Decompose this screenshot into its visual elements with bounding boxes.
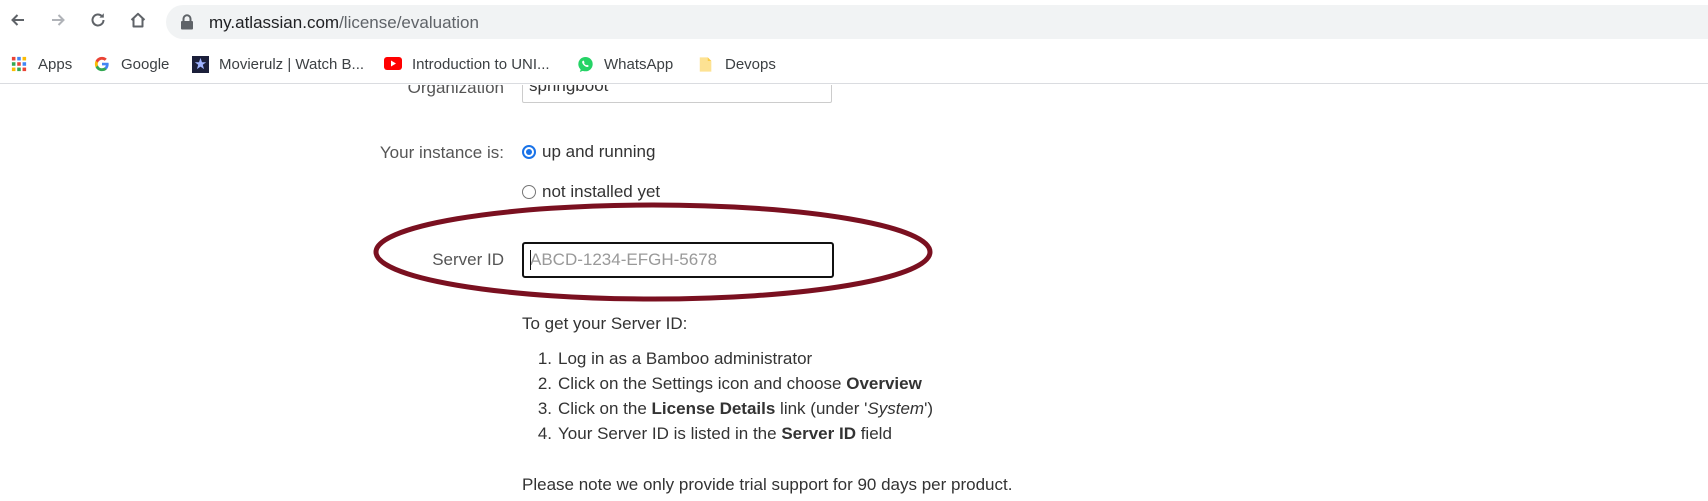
bookmark-label: Apps xyxy=(38,55,73,73)
forward-arrow-icon xyxy=(52,14,65,26)
organization-input[interactable] xyxy=(522,85,832,103)
back-arrow-icon xyxy=(11,14,24,26)
server-id-input[interactable] xyxy=(522,242,834,278)
movierulz-icon xyxy=(191,55,209,73)
reload-icon xyxy=(91,13,105,27)
radio-label: not installed yet xyxy=(542,182,661,201)
help-step: 2. Click on the Settings icon and choose … xyxy=(537,374,922,393)
bookmark-label: Movierulz | Watch B... xyxy=(219,55,365,73)
bookmarks-bar: Apps Google Movierulz | Watch B... Intro… xyxy=(0,46,1708,84)
back-button[interactable] xyxy=(4,6,32,34)
help-step: 3. Click on the License Details link (und… xyxy=(537,399,934,418)
bookmark-whatsapp[interactable]: WhatsApp xyxy=(576,52,673,76)
text-cursor xyxy=(530,250,531,270)
bookmark-movierulz[interactable]: Movierulz | Watch B... xyxy=(191,52,364,76)
help-step: 1. Log in as a Bamboo administrator xyxy=(537,349,813,368)
radio-label: up and running xyxy=(542,142,656,161)
bookmark-label: Devops xyxy=(725,55,776,73)
home-button[interactable] xyxy=(124,6,152,34)
reload-button[interactable] xyxy=(84,6,112,34)
trial-support-note: Please note we only provide trial suppor… xyxy=(522,475,1013,494)
server-id-label: Server ID xyxy=(432,250,504,269)
bookmark-introduction-to-unix[interactable]: Introduction to UNI... xyxy=(384,52,550,76)
organization-label: Organization xyxy=(407,85,504,97)
google-icon xyxy=(93,55,111,73)
forward-button[interactable] xyxy=(44,6,72,34)
bookmark-apps[interactable]: Apps xyxy=(10,52,72,76)
lock-icon xyxy=(181,14,193,30)
license-evaluation-page: Organization Your instance is: up and ru… xyxy=(0,85,1708,501)
help-title: To get your Server ID: xyxy=(522,314,688,333)
bookmark-label: Google xyxy=(121,55,170,73)
help-step: 4. Your Server ID is listed in the Server… xyxy=(537,424,892,443)
bookmark-google[interactable]: Google xyxy=(93,52,169,76)
apps-grid-icon xyxy=(10,55,28,73)
bookmark-label: WhatsApp xyxy=(604,55,674,73)
youtube-icon xyxy=(384,55,402,73)
address-bar[interactable]: my.atlassian.com/license/evaluation xyxy=(166,5,1708,39)
bookmark-label: Introduction to UNI... xyxy=(412,55,550,73)
home-icon xyxy=(130,12,146,28)
instance-label: Your instance is: xyxy=(379,143,504,162)
whatsapp-icon xyxy=(576,55,594,73)
url-host: my.atlassian.com xyxy=(209,13,340,32)
radio-up-and-running[interactable] xyxy=(522,145,536,159)
instance-option-not-installed-yet[interactable]: not installed yet xyxy=(522,182,660,202)
browser-toolbar: my.atlassian.com/license/evaluation xyxy=(0,0,1708,42)
url-text: my.atlassian.com/license/evaluation xyxy=(209,13,479,33)
url-path: /license/evaluation xyxy=(339,13,479,32)
help-steps: 1. Log in as a Bamboo administrator 2. Cli… xyxy=(522,346,933,446)
bookmark-devops[interactable]: Devops xyxy=(697,52,776,76)
instance-option-up-and-running[interactable]: up and running xyxy=(522,142,655,162)
folder-icon xyxy=(697,55,715,73)
radio-not-installed-yet[interactable] xyxy=(522,185,536,199)
